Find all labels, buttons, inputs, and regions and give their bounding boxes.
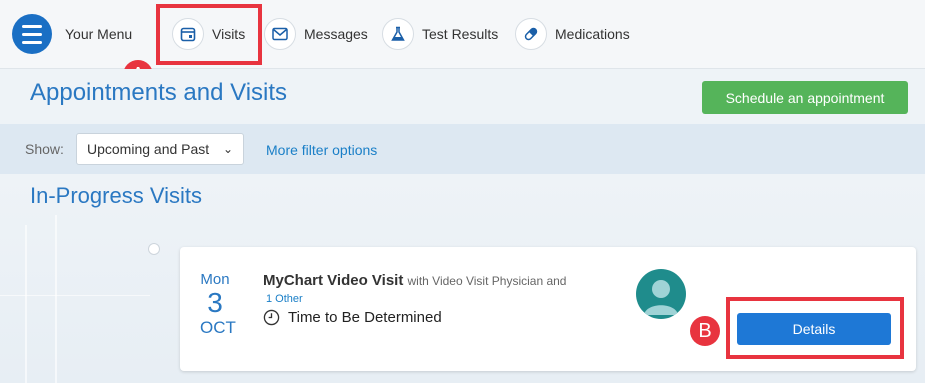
filter-row: Show: Upcoming and Past ⌄ More filter op… <box>0 124 925 174</box>
chevron-down-icon: ⌄ <box>222 142 233 156</box>
annotation-badge-b: B <box>690 316 720 346</box>
page-title: Appointments and Visits <box>30 79 288 106</box>
nav-item-messages[interactable]: Messages <box>264 14 368 54</box>
top-nav: Your Menu Visits Messages Test Results M… <box>0 0 925 69</box>
envelope-icon <box>264 18 296 50</box>
menu-button[interactable] <box>12 14 52 54</box>
flask-icon <box>382 18 414 50</box>
highlight-box-visits <box>156 4 262 65</box>
provider-avatar <box>636 269 686 319</box>
pill-icon <box>515 18 547 50</box>
show-label: Show: <box>25 141 64 157</box>
background-decoration <box>25 225 27 383</box>
timeline-dot <box>148 243 160 255</box>
nav-item-medications[interactable]: Medications <box>515 14 630 54</box>
clock-icon <box>263 309 280 326</box>
show-select[interactable]: Upcoming and Past ⌄ <box>76 133 244 165</box>
nav-item-test-results[interactable]: Test Results <box>382 14 498 54</box>
visit-date: Mon 3 OCT <box>200 271 236 337</box>
schedule-appointment-button[interactable]: Schedule an appointment <box>702 81 908 114</box>
more-filter-options-link[interactable]: More filter options <box>266 142 377 158</box>
section-title: In-Progress Visits <box>30 183 202 208</box>
your-menu-label[interactable]: Your Menu <box>65 14 132 54</box>
visit-time: Time to Be Determined <box>263 309 442 326</box>
highlight-box-details <box>726 297 904 359</box>
title-row: Appointments and Visits Schedule an appo… <box>0 69 925 123</box>
other-provider-link[interactable]: 1 Other <box>266 293 303 305</box>
hamburger-icon <box>22 24 42 28</box>
visit-with-text: with Video Visit Physician and <box>407 274 567 288</box>
visit-title[interactable]: MyChart Video Visit with Video Visit Phy… <box>263 272 566 289</box>
